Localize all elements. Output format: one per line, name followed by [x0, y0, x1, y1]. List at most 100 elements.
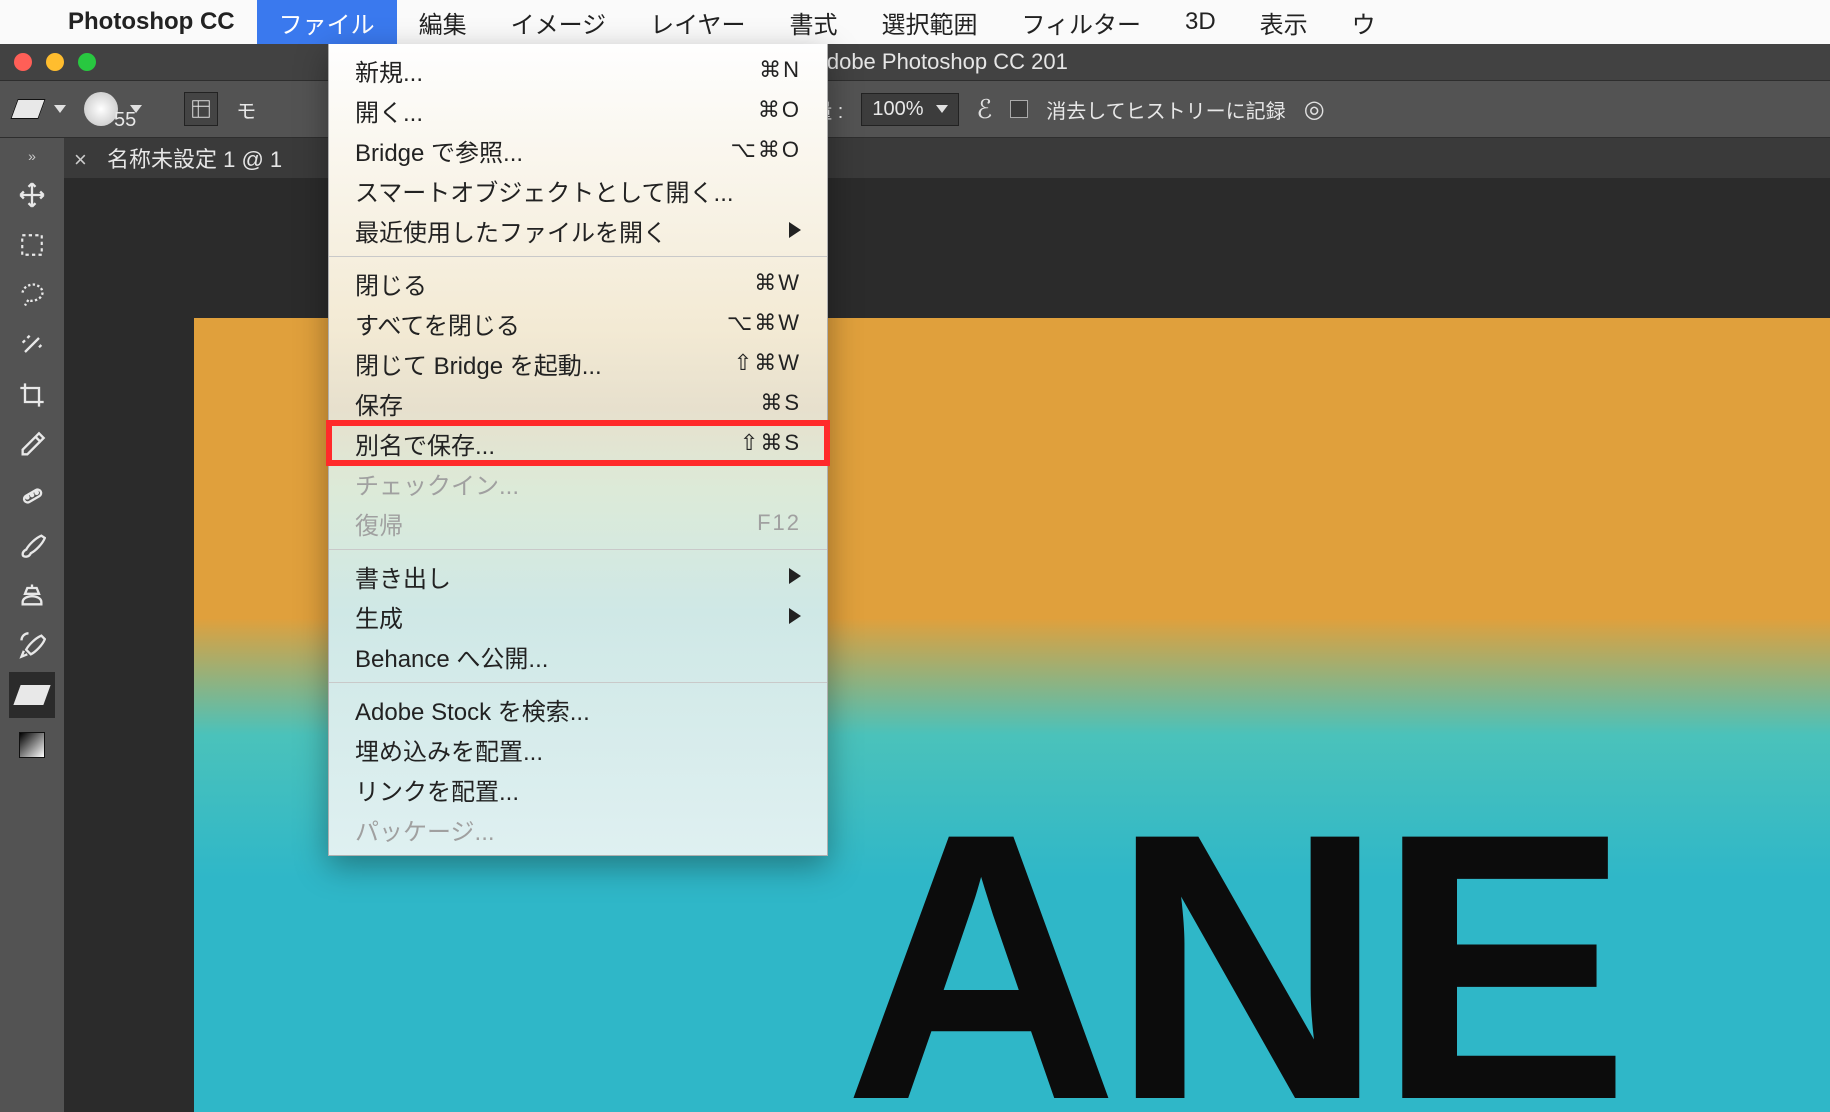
menu-item-shortcut: ⇧⌘S [740, 430, 801, 456]
menu-item-shortcut: ⌥⌘W [727, 310, 801, 336]
menu-item-label: スマートオブジェクトとして開く... [355, 173, 734, 208]
menu-item-label: 保存 [355, 386, 403, 421]
menu-item-label: 閉じて Bridge を起動... [355, 346, 602, 381]
zoom-window-icon[interactable] [78, 53, 96, 71]
menubar-item-2[interactable]: イメージ [489, 0, 629, 44]
lasso-tool[interactable] [9, 272, 55, 318]
menu-item-label: すべてを閉じる [355, 306, 520, 341]
airbrush-icon[interactable]: ℰ [977, 94, 993, 125]
close-window-icon[interactable] [14, 53, 32, 71]
menu-separator [329, 682, 827, 683]
canvas-text-layer: ANE [844, 748, 1622, 1112]
menu-item-shortcut: ⇧⌘W [734, 350, 801, 376]
magic-wand-tool[interactable] [9, 322, 55, 368]
menu-item[interactable]: 閉じて Bridge を起動... ⇧⌘W [329, 343, 827, 383]
brush-panel-toggle[interactable] [184, 92, 218, 126]
move-tool[interactable] [9, 172, 55, 218]
menubar-item-9[interactable]: ウ [1330, 0, 1398, 44]
tool-preset-picker[interactable] [14, 99, 66, 119]
menu-item[interactable]: 新規... ⌘N [329, 50, 827, 90]
file-menu-dropdown: 新規... ⌘N 開く...⌘OBridge で参照... ⌥⌘O スマートオブジェクト… [328, 44, 828, 856]
menu-item-label: 埋め込みを配置... [355, 732, 543, 767]
tools-expand-icon[interactable]: » [24, 144, 40, 168]
erase-history-checkbox[interactable] [1010, 100, 1028, 118]
menu-item-label: リンクを配置... [355, 772, 519, 807]
clone-stamp-tool[interactable] [9, 572, 55, 618]
menu-item[interactable]: スマートオブジェクトとして開く... [329, 170, 827, 210]
submenu-arrow-icon [789, 222, 801, 238]
menu-item[interactable]: 別名で保存... ⇧⌘S [329, 423, 827, 463]
menu-item-label: Bridge で参照... [355, 133, 523, 168]
menu-item-label: パッケージ... [355, 812, 495, 847]
document-tab-label: 名称未設定 1 @ 1 [107, 147, 282, 172]
menu-item: 復帰 F12 [329, 503, 827, 543]
flow-value: 100% [872, 98, 923, 121]
menu-item[interactable]: 書き出し [329, 556, 827, 596]
gradient-tool[interactable] [9, 722, 55, 768]
brush-panel-icon [190, 98, 212, 120]
submenu-arrow-icon [789, 568, 801, 584]
menu-item[interactable]: 生成 [329, 596, 827, 636]
menu-item[interactable]: リンクを配置... [329, 769, 827, 809]
menu-item-label: Adobe Stock を検索... [355, 692, 590, 727]
menu-item-label: チェックイン... [355, 466, 519, 501]
menu-item: パッケージ... [329, 809, 827, 849]
menu-item-label: 最近使用したファイルを開く [355, 213, 667, 248]
window-titlebar: Adobe Photoshop CC 201 [0, 44, 1830, 80]
menu-item[interactable]: すべてを閉じる ⌥⌘W [329, 303, 827, 343]
menu-item-label: 書き出し [355, 559, 451, 594]
menu-item[interactable]: 開く...⌘O [329, 90, 827, 130]
options-bar: 55 モ 流量 : 100% ℰ 消去してヒストリーに記録 ◎ [0, 80, 1830, 138]
brush-thumb-icon [84, 92, 118, 126]
menu-item-shortcut: ⌘N [759, 57, 801, 83]
close-tab-icon[interactable]: × [74, 147, 87, 172]
eraser-tool-icon [13, 685, 50, 705]
menu-item-shortcut: F12 [757, 510, 801, 536]
gradient-tool-icon [19, 732, 45, 758]
menu-item[interactable]: Bridge で参照... ⌥⌘O [329, 130, 827, 170]
menu-item: チェックイン... [329, 463, 827, 503]
menu-separator [329, 256, 827, 257]
menu-item-shortcut: ⌥⌘O [731, 137, 801, 163]
marquee-tool[interactable] [9, 222, 55, 268]
minimize-window-icon[interactable] [46, 53, 64, 71]
menu-item[interactable]: 埋め込みを配置... [329, 729, 827, 769]
menubar-item-4[interactable]: 書式 [767, 0, 859, 44]
menu-item-shortcut: ⌘W [754, 270, 801, 296]
menu-item-shortcut: ⌘O [758, 97, 801, 123]
menubar-item-3[interactable]: レイヤー [628, 0, 767, 44]
history-brush-tool[interactable] [9, 622, 55, 668]
menu-item-label: Behance へ公開... [355, 639, 548, 674]
menubar-item-1[interactable]: 編集 [397, 0, 489, 44]
menu-item[interactable]: 閉じる⌘W [329, 263, 827, 303]
submenu-arrow-icon [789, 608, 801, 624]
app-name-label[interactable]: Photoshop CC [46, 8, 257, 36]
pressure-opacity-icon[interactable]: ◎ [1304, 95, 1325, 124]
menu-item[interactable]: Behance へ公開... [329, 636, 827, 676]
menubar-item-7[interactable]: 3D [1163, 0, 1238, 44]
brush-tool[interactable] [9, 522, 55, 568]
menu-item-label: 復帰 [355, 506, 403, 541]
menu-item-label: 新規... [355, 53, 423, 88]
menubar-item-0[interactable]: ファイル [257, 0, 397, 44]
mode-label: モ [236, 95, 256, 124]
eyedropper-tool[interactable] [9, 422, 55, 468]
menu-item-label: 別名で保存... [355, 426, 495, 461]
menu-item[interactable]: 最近使用したファイルを開く [329, 210, 827, 250]
menu-item-label: 生成 [355, 599, 403, 634]
brush-size-label: 55 [114, 109, 136, 132]
document-tab[interactable]: × 名称未設定 1 @ 1 [74, 142, 282, 174]
mac-menubar: Photoshop CC ファイル編集イメージレイヤー書式選択範囲フィルター3D… [0, 0, 1830, 44]
menu-item[interactable]: 保存⌘S [329, 383, 827, 423]
flow-value-field[interactable]: 100% [861, 93, 958, 126]
menu-separator [329, 549, 827, 550]
eraser-tool[interactable] [9, 672, 55, 718]
erase-history-label: 消去してヒストリーに記録 [1046, 95, 1285, 124]
menu-item[interactable]: Adobe Stock を検索... [329, 689, 827, 729]
menubar-item-6[interactable]: フィルター [999, 0, 1163, 44]
crop-tool[interactable] [9, 372, 55, 418]
menubar-item-8[interactable]: 表示 [1238, 0, 1330, 44]
healing-brush-tool[interactable] [9, 472, 55, 518]
menubar-item-5[interactable]: 選択範囲 [859, 0, 999, 44]
tools-panel: » [0, 138, 64, 1112]
